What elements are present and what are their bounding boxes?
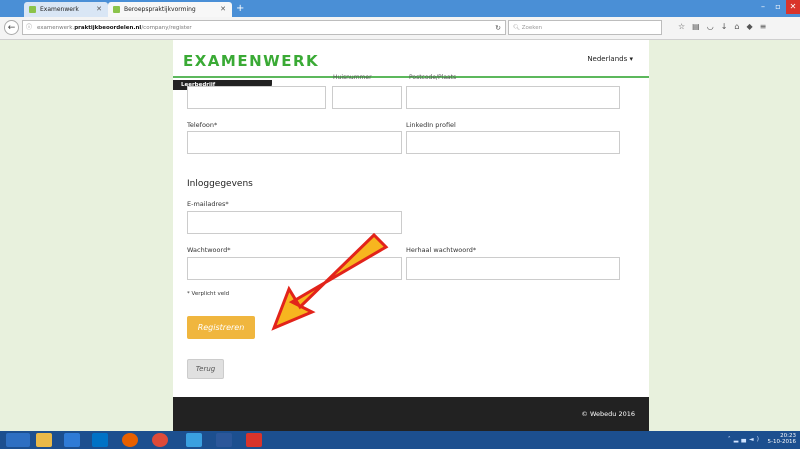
tab-label: Examenwerk [40, 6, 79, 13]
url-domain: praktijkbeoordelen.nl [74, 25, 142, 31]
address-bar[interactable]: ⓘ examenwerk.praktijkbeoordelen.nl/compa… [22, 20, 506, 35]
bookmark-star-icon[interactable]: ☆ [678, 22, 692, 31]
tab-examenwerk[interactable]: Examenwerk ✕ [24, 2, 108, 17]
repeat-password-label: Herhaal wachtwoord* [406, 246, 477, 254]
housenumber-field[interactable] [332, 86, 402, 109]
examenwerk-logo[interactable]: EXAMENWERK [183, 52, 319, 70]
copyright-text: © Webedu 2016 [581, 410, 635, 418]
password-field[interactable] [187, 257, 402, 280]
chevron-down-icon: ▾ [629, 55, 633, 63]
search-icon: 🔍︎ [513, 25, 520, 31]
clock[interactable]: 20:23 5-10-2016 [768, 433, 796, 445]
email-field[interactable] [187, 211, 402, 234]
toolbar-icons: ☆▤◡↓⌂◆≡ [678, 22, 773, 31]
tab-label: Beroepspraktijkvorming [124, 6, 196, 13]
browser-tab-bar: Examenwerk ✕ Beroepspraktijkvorming ✕ + … [0, 0, 800, 17]
password-label: Wachtwoord* [187, 246, 231, 254]
system-tray-icons: ˄▂▄◄) [728, 436, 762, 443]
phone-label: Telefoon* [187, 121, 218, 129]
browser-nav-bar: ← ⓘ examenwerk.praktijkbeoordelen.nl/com… [0, 17, 800, 40]
info-icon: ⓘ [26, 24, 33, 31]
street-field[interactable] [187, 86, 326, 109]
volume-icon[interactable]: ◄) [749, 436, 762, 443]
url-prefix: examenwerk. [37, 25, 75, 31]
reading-list-icon[interactable]: ▤ [692, 22, 707, 31]
tab-beroepspraktijkvorming[interactable]: Beroepspraktijkvorming ✕ [108, 2, 232, 17]
home-icon[interactable]: ⌂ [734, 22, 746, 31]
reload-icon[interactable]: ↻ [495, 21, 501, 35]
windows-taskbar: ˄▂▄◄) 20:23 5-10-2016 [0, 431, 800, 449]
required-note: * Verplicht veld [187, 291, 230, 297]
addon-icon[interactable]: ◆ [747, 22, 760, 31]
maximize-icon[interactable]: ▫ [771, 0, 785, 14]
file-explorer-icon[interactable] [36, 433, 52, 447]
close-tab-icon[interactable]: ✕ [96, 2, 102, 17]
favicon-icon [29, 6, 36, 13]
firefox-icon[interactable] [122, 433, 138, 447]
download-icon[interactable]: ↓ [721, 22, 735, 31]
postcode-field[interactable] [406, 86, 620, 109]
favicon-icon [113, 6, 120, 13]
repeat-password-field[interactable] [406, 257, 620, 280]
email-label: E-mailadres* [187, 200, 229, 208]
minimize-icon[interactable]: – [756, 0, 770, 14]
close-tab-icon[interactable]: ✕ [220, 2, 226, 17]
start-button[interactable] [6, 433, 30, 447]
registration-page: EXAMENWERK Nederlands ▾ Huisnummer Postc… [173, 40, 649, 397]
acrobat-icon[interactable] [246, 433, 262, 447]
search-placeholder: Zoeken [521, 25, 543, 31]
network-icon[interactable]: ▂▄ [734, 436, 749, 443]
clock-date: 5-10-2016 [767, 439, 796, 445]
close-window-icon[interactable]: ✕ [786, 0, 800, 14]
menu-icon[interactable]: ≡ [760, 22, 774, 31]
internet-explorer-icon[interactable] [64, 433, 80, 447]
label-postcode-partial: Postcode/Plaats [409, 74, 457, 81]
lync-icon[interactable] [186, 433, 202, 447]
language-label: Nederlands [587, 55, 628, 63]
chrome-icon[interactable] [152, 433, 168, 447]
pocket-icon[interactable]: ◡ [707, 22, 721, 31]
back-arrow-icon[interactable]: ← [4, 20, 19, 35]
label-huisnummer-partial: Huisnummer [333, 74, 372, 81]
page-footer: © Webedu 2016 [173, 397, 649, 431]
section-title-inloggegevens: Inloggegevens [187, 179, 253, 189]
word-icon[interactable] [216, 433, 232, 447]
back-button[interactable]: Terug [187, 359, 224, 379]
language-dropdown[interactable]: Nederlands ▾ [587, 55, 633, 63]
phone-field[interactable] [187, 131, 402, 154]
register-button[interactable]: Registreren [187, 316, 255, 339]
linkedin-field[interactable] [406, 131, 620, 154]
url-path: /company/register [141, 25, 192, 31]
new-tab-button[interactable]: + [236, 2, 244, 15]
linkedin-label: LinkedIn profiel [406, 121, 456, 129]
search-input[interactable]: 🔍︎ Zoeken [508, 20, 662, 35]
outlook-icon[interactable] [92, 433, 108, 447]
